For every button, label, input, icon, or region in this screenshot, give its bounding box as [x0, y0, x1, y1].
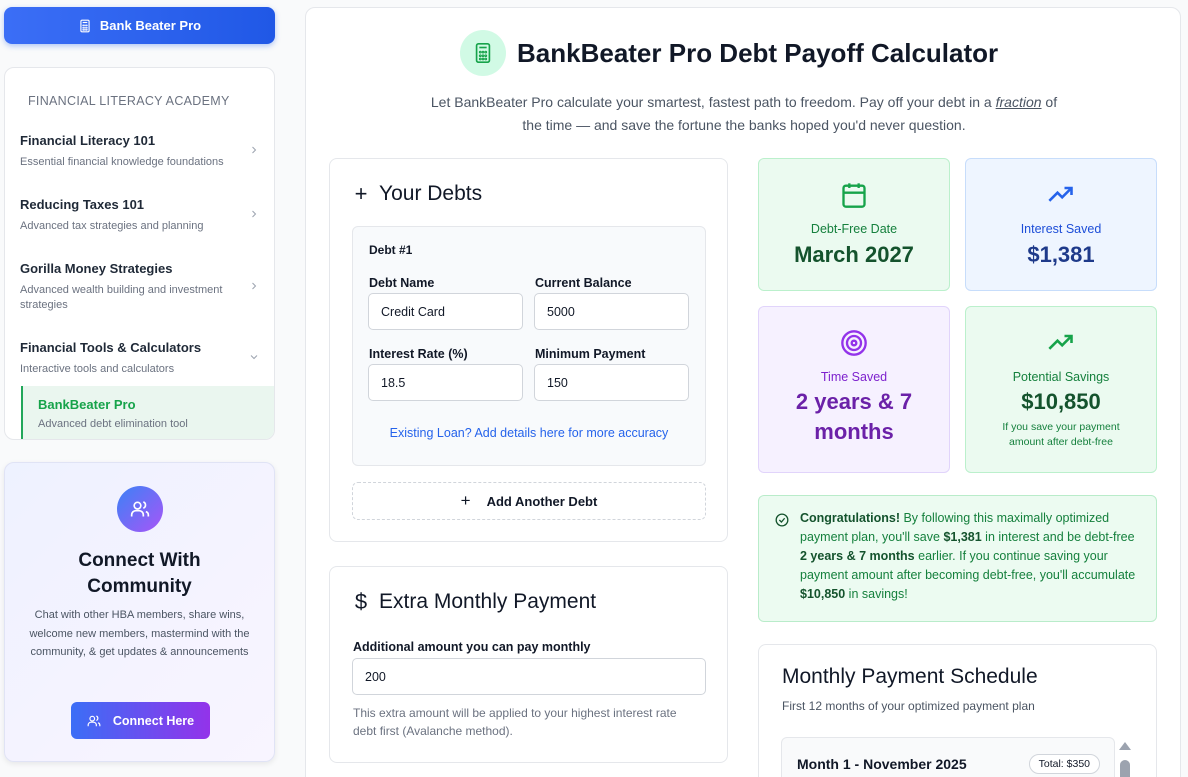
debt-number: Debt #1 — [369, 243, 413, 257]
calculator-panel: BankBeater Pro Debt Payoff Calculator Le… — [305, 7, 1181, 777]
congrats-text-part: in savings! — [845, 587, 908, 601]
congrats-savings: $10,850 — [800, 587, 846, 601]
interest-saved-label: Interest Saved — [1020, 222, 1102, 236]
debt-entry: Debt #1 Debt Name Credit Card Current Ba… — [352, 226, 706, 466]
congrats-interest: $1,381 — [943, 530, 982, 544]
schedule-subtitle: First 12 months of your optimized paymen… — [782, 699, 1035, 713]
sidebar-item-gorilla-money[interactable]: Gorilla Money Strategies Advanced wealth… — [20, 261, 270, 313]
add-debt-button[interactable]: + Add Another Debt — [352, 482, 706, 520]
existing-loan-link[interactable]: Existing Loan? Add details here for more… — [353, 426, 705, 440]
chevron-right-icon — [248, 143, 260, 161]
congratulations-alert: Congratulations! By following this maxim… — [758, 495, 1157, 622]
sidebar-subitem-bankbeater[interactable]: BankBeater Pro Advanced debt elimination… — [21, 386, 274, 439]
extra-amount-input[interactable]: 200 — [352, 658, 706, 695]
community-card: Connect With Community Chat with other H… — [4, 462, 275, 762]
connect-button[interactable]: Connect Here — [71, 702, 210, 739]
time-saved-card: Time Saved 2 years & 7 months — [758, 306, 950, 473]
debts-heading: + Your Debts — [353, 181, 483, 207]
sidebar-item-subtitle: Interactive tools and calculators — [20, 363, 175, 375]
users-icon — [87, 714, 101, 726]
brand-label: Bank Beater Pro — [99, 18, 202, 33]
potential-savings-note: If you save your payment amount after de… — [1002, 421, 1120, 448]
chevron-right-icon — [248, 279, 260, 297]
extra-payment-card: $ Extra Monthly Payment Additional amoun… — [329, 566, 728, 763]
sidebar-item-subtitle: Essential financial knowledge foundation… — [20, 156, 224, 168]
community-title: Connect With Community — [78, 550, 201, 597]
debt-free-label: Debt-Free Date — [810, 222, 898, 236]
extra-title: Extra Monthly Payment — [379, 590, 597, 613]
current-balance-label: Current Balance — [535, 276, 632, 290]
nav-heading: FINANCIAL LITERACY ACADEMY — [28, 94, 230, 108]
minimum-payment-input[interactable]: 150 — [534, 364, 689, 401]
sidebar-item-title: Financial Literacy 101 — [20, 133, 156, 148]
sidebar-item-reducing-taxes[interactable]: Reducing Taxes 101 Advanced tax strategi… — [20, 197, 270, 234]
schedule-title: Monthly Payment Schedule — [782, 665, 1038, 688]
subitem-title: BankBeater Pro — [38, 397, 136, 412]
potential-savings-label: Potential Savings — [1012, 370, 1110, 384]
potential-savings-card: Potential Savings $10,850 If you save yo… — [965, 306, 1157, 473]
congrats-time: 2 years & 7 months — [800, 549, 915, 563]
congrats-lead: Congratulations! — [800, 511, 900, 525]
page-title: BankBeater Pro Debt Payoff Calculator — [517, 38, 999, 68]
chevron-down-icon — [248, 350, 260, 368]
calculator-icon — [80, 19, 90, 32]
extra-heading: $ Extra Monthly Payment — [353, 589, 596, 615]
plus-icon: + — [460, 491, 471, 510]
interest-saved-value: $1,381 — [1027, 242, 1095, 267]
debt-name-input[interactable]: Credit Card — [368, 293, 523, 330]
interest-rate-label: Interest Rate (%) — [369, 347, 468, 361]
brand-button[interactable]: Bank Beater Pro — [4, 7, 275, 44]
calendar-icon — [759, 181, 949, 209]
subitem-subtitle: Advanced debt elimination tool — [38, 418, 188, 430]
month-total-badge: Total: $350 — [1028, 754, 1100, 774]
time-saved-value: 2 years & 7 months — [795, 389, 913, 444]
trending-up-icon — [966, 181, 1156, 209]
subtitle-part: Let BankBeater Pro calculate your smarte… — [430, 94, 996, 110]
calculator-icon — [460, 30, 506, 76]
sidebar-item-financial-tools[interactable]: Financial Tools & Calculators Interactiv… — [20, 340, 270, 377]
payment-schedule-card: Monthly Payment Schedule First 12 months… — [758, 644, 1157, 777]
dollar-icon: $ — [354, 589, 368, 614]
target-icon — [759, 329, 949, 357]
debt-name-label: Debt Name — [369, 276, 435, 290]
add-debt-label: Add Another Debt — [486, 493, 598, 509]
sidebar-item-title: Gorilla Money Strategies — [20, 261, 173, 276]
sidebar-item-subtitle: Advanced wealth building and investment … — [20, 284, 223, 311]
interest-saved-card: Interest Saved $1,381 — [965, 158, 1157, 291]
debt-free-value: March 2027 — [794, 242, 914, 267]
check-circle-icon — [775, 513, 789, 532]
plus-icon: + — [354, 181, 368, 206]
sidebar-item-financial-literacy[interactable]: Financial Literacy 101 Essential financi… — [20, 133, 270, 170]
debt-free-date-card: Debt-Free Date March 2027 — [758, 158, 950, 291]
interest-rate-input[interactable]: 18.5 — [368, 364, 523, 401]
extra-amount-label: Additional amount you can pay monthly — [353, 640, 591, 654]
community-description: Chat with other HBA members, share wins,… — [29, 609, 250, 658]
users-icon — [117, 486, 163, 532]
scroll-up-arrow[interactable] — [1119, 742, 1131, 750]
sidebar-item-title: Financial Tools & Calculators — [20, 340, 202, 355]
sidebar-nav: FINANCIAL LITERACY ACADEMY Financial Lit… — [4, 67, 275, 440]
month-label: Month 1 - November 2025 — [797, 756, 967, 772]
schedule-month-row[interactable]: Month 1 - November 2025 Total: $350 — [781, 737, 1115, 777]
subtitle-emphasis: fraction — [995, 94, 1042, 110]
sidebar-item-title: Reducing Taxes 101 — [20, 197, 145, 212]
chevron-right-icon — [248, 207, 260, 225]
congratulations-text: Congratulations! By following this maxim… — [800, 509, 1140, 604]
trending-up-icon — [966, 329, 1156, 357]
debts-title: Your Debts — [379, 182, 483, 205]
connect-label: Connect Here — [112, 713, 195, 728]
sidebar-item-subtitle: Advanced tax strategies and planning — [20, 220, 204, 232]
debts-card: + Your Debts Debt #1 Debt Name Credit Ca… — [329, 158, 728, 542]
time-saved-label: Time Saved — [820, 370, 888, 384]
extra-help-text: This extra amount will be applied to you… — [353, 706, 677, 738]
current-balance-input[interactable]: 5000 — [534, 293, 689, 330]
minimum-payment-label: Minimum Payment — [535, 347, 646, 361]
potential-savings-value: $10,850 — [1021, 389, 1101, 414]
scrollbar-thumb[interactable] — [1120, 760, 1130, 777]
congrats-text-part: in interest and be debt-free — [981, 530, 1135, 544]
page-subtitle: Let BankBeater Pro calculate your smarte… — [426, 91, 1062, 137]
